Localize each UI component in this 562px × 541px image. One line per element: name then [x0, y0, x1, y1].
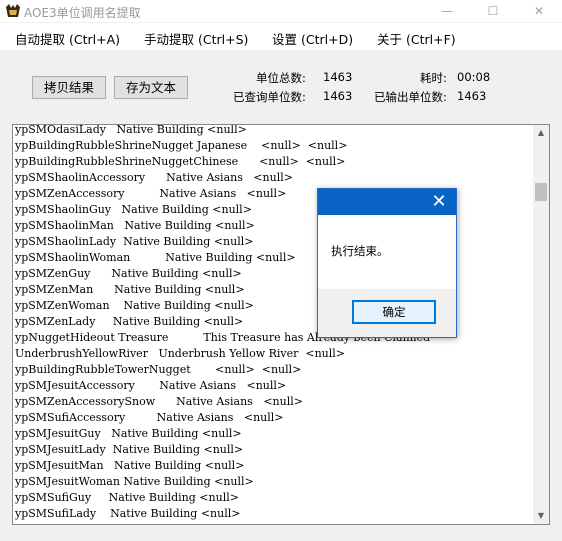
elapsed-time-label: 耗时: — [420, 71, 447, 85]
menu-auto-extract[interactable]: 自动提取 (Ctrl+A) — [15, 29, 120, 48]
list-item: ypSMZenMan Native Building <null> — [15, 283, 245, 296]
menu-manual-extract[interactable]: 手动提取 (Ctrl+S) — [144, 29, 248, 48]
list-item: ypBuildingRubbleTowerNugget <null> <null… — [15, 363, 302, 376]
copy-result-button[interactable]: 拷贝结果 — [32, 76, 106, 99]
menu-settings[interactable]: 设置 (Ctrl+D) — [272, 29, 353, 48]
list-item: ypSMJesuitGuy Native Building <null> — [15, 427, 242, 440]
maximize-button[interactable]: ☐ — [470, 0, 516, 22]
ok-button[interactable]: 确定 — [352, 300, 436, 324]
dialog-close-icon[interactable]: ✕ — [422, 189, 456, 215]
minimize-button[interactable]: — — [424, 0, 470, 22]
output-units-value: 1463 — [457, 89, 487, 103]
save-text-button[interactable]: 存为文本 — [114, 76, 188, 99]
list-item: ypSMZenLady Native Building <null> — [15, 315, 244, 328]
window-title: AOE3单位调用名提取 — [24, 6, 141, 20]
list-item: ypSMShaolinGuy Native Building <null> — [15, 203, 252, 216]
list-item: ypBuildingRubbleShrineNugget Japanese <n… — [15, 139, 348, 152]
list-item: ypSMShaolinWoman Native Building <null> — [15, 251, 296, 264]
list-item: ypSMShaolinAccessory Native Asians <null… — [15, 171, 293, 184]
list-item: ypSMOdasiLady Native Building <null> — [15, 124, 247, 136]
list-item: ypSMShaolinMan Native Building <null> — [15, 219, 255, 232]
result-list[interactable]: ypSMOdasiLady Native Building <null> ypB… — [12, 124, 550, 525]
queried-units-label: 已查询单位数: — [233, 90, 306, 104]
menu-about[interactable]: 关于 (Ctrl+F) — [377, 29, 456, 48]
list-item: ypSMSufiGuy Native Building <null> — [15, 491, 239, 504]
dialog-title-bar: ✕ — [318, 189, 456, 215]
close-button[interactable]: ✕ — [516, 0, 562, 22]
list-item: ypSMZenAccessorySnow Native Asians <null… — [15, 395, 303, 408]
list-item: ypBuildingRubbleShrineNuggetChinese <nul… — [15, 155, 346, 168]
scroll-up-icon[interactable]: ▲ — [533, 125, 549, 141]
menu-bar: 自动提取 (Ctrl+A) 手动提取 (Ctrl+S) 设置 (Ctrl+D) … — [0, 23, 562, 50]
list-item: ypSMZenWoman Native Building <null> — [15, 299, 254, 312]
scroll-down-icon[interactable]: ▼ — [533, 508, 549, 524]
app-icon — [6, 4, 20, 17]
vertical-scrollbar[interactable]: ▲ ▼ — [533, 125, 549, 524]
message-dialog: ✕ 执行结束。 确定 — [317, 188, 457, 338]
list-item: ypSMSufiLady Native Building <null> — [15, 507, 241, 520]
output-units-label: 已输出单位数: — [374, 90, 447, 104]
total-units-label: 单位总数: — [256, 71, 306, 85]
list-item: ypSMJesuitLady Native Building <null> — [15, 443, 244, 456]
total-units-value: 1463 — [323, 70, 353, 84]
list-item: ypSMSufiAccessory Native Asians <null> — [15, 411, 284, 424]
list-item: ypSMShaolinLady Native Building <null> — [15, 235, 254, 248]
list-item: ypSMJesuitMan Native Building <null> — [15, 459, 245, 472]
queried-units-value: 1463 — [323, 89, 353, 103]
list-item: UnderbrushYellowRiver Underbrush Yellow … — [15, 347, 346, 360]
list-item: ypSMZenGuy Native Building <null> — [15, 267, 242, 280]
list-item: ypSMJesuitAccessory Native Asians <null> — [15, 379, 287, 392]
list-item: ypSMZenAccessory Native Asians <null> — [15, 187, 287, 200]
elapsed-time-value: 00:08 — [457, 70, 491, 84]
dialog-message: 执行结束。 — [331, 244, 389, 258]
scroll-thumb[interactable] — [535, 183, 547, 201]
list-item: ypSMJesuitWoman Native Building <null> — [15, 475, 254, 488]
title-bar: AOE3单位调用名提取 — ☐ ✕ — [0, 0, 562, 22]
dialog-body: 执行结束。 — [318, 215, 456, 289]
